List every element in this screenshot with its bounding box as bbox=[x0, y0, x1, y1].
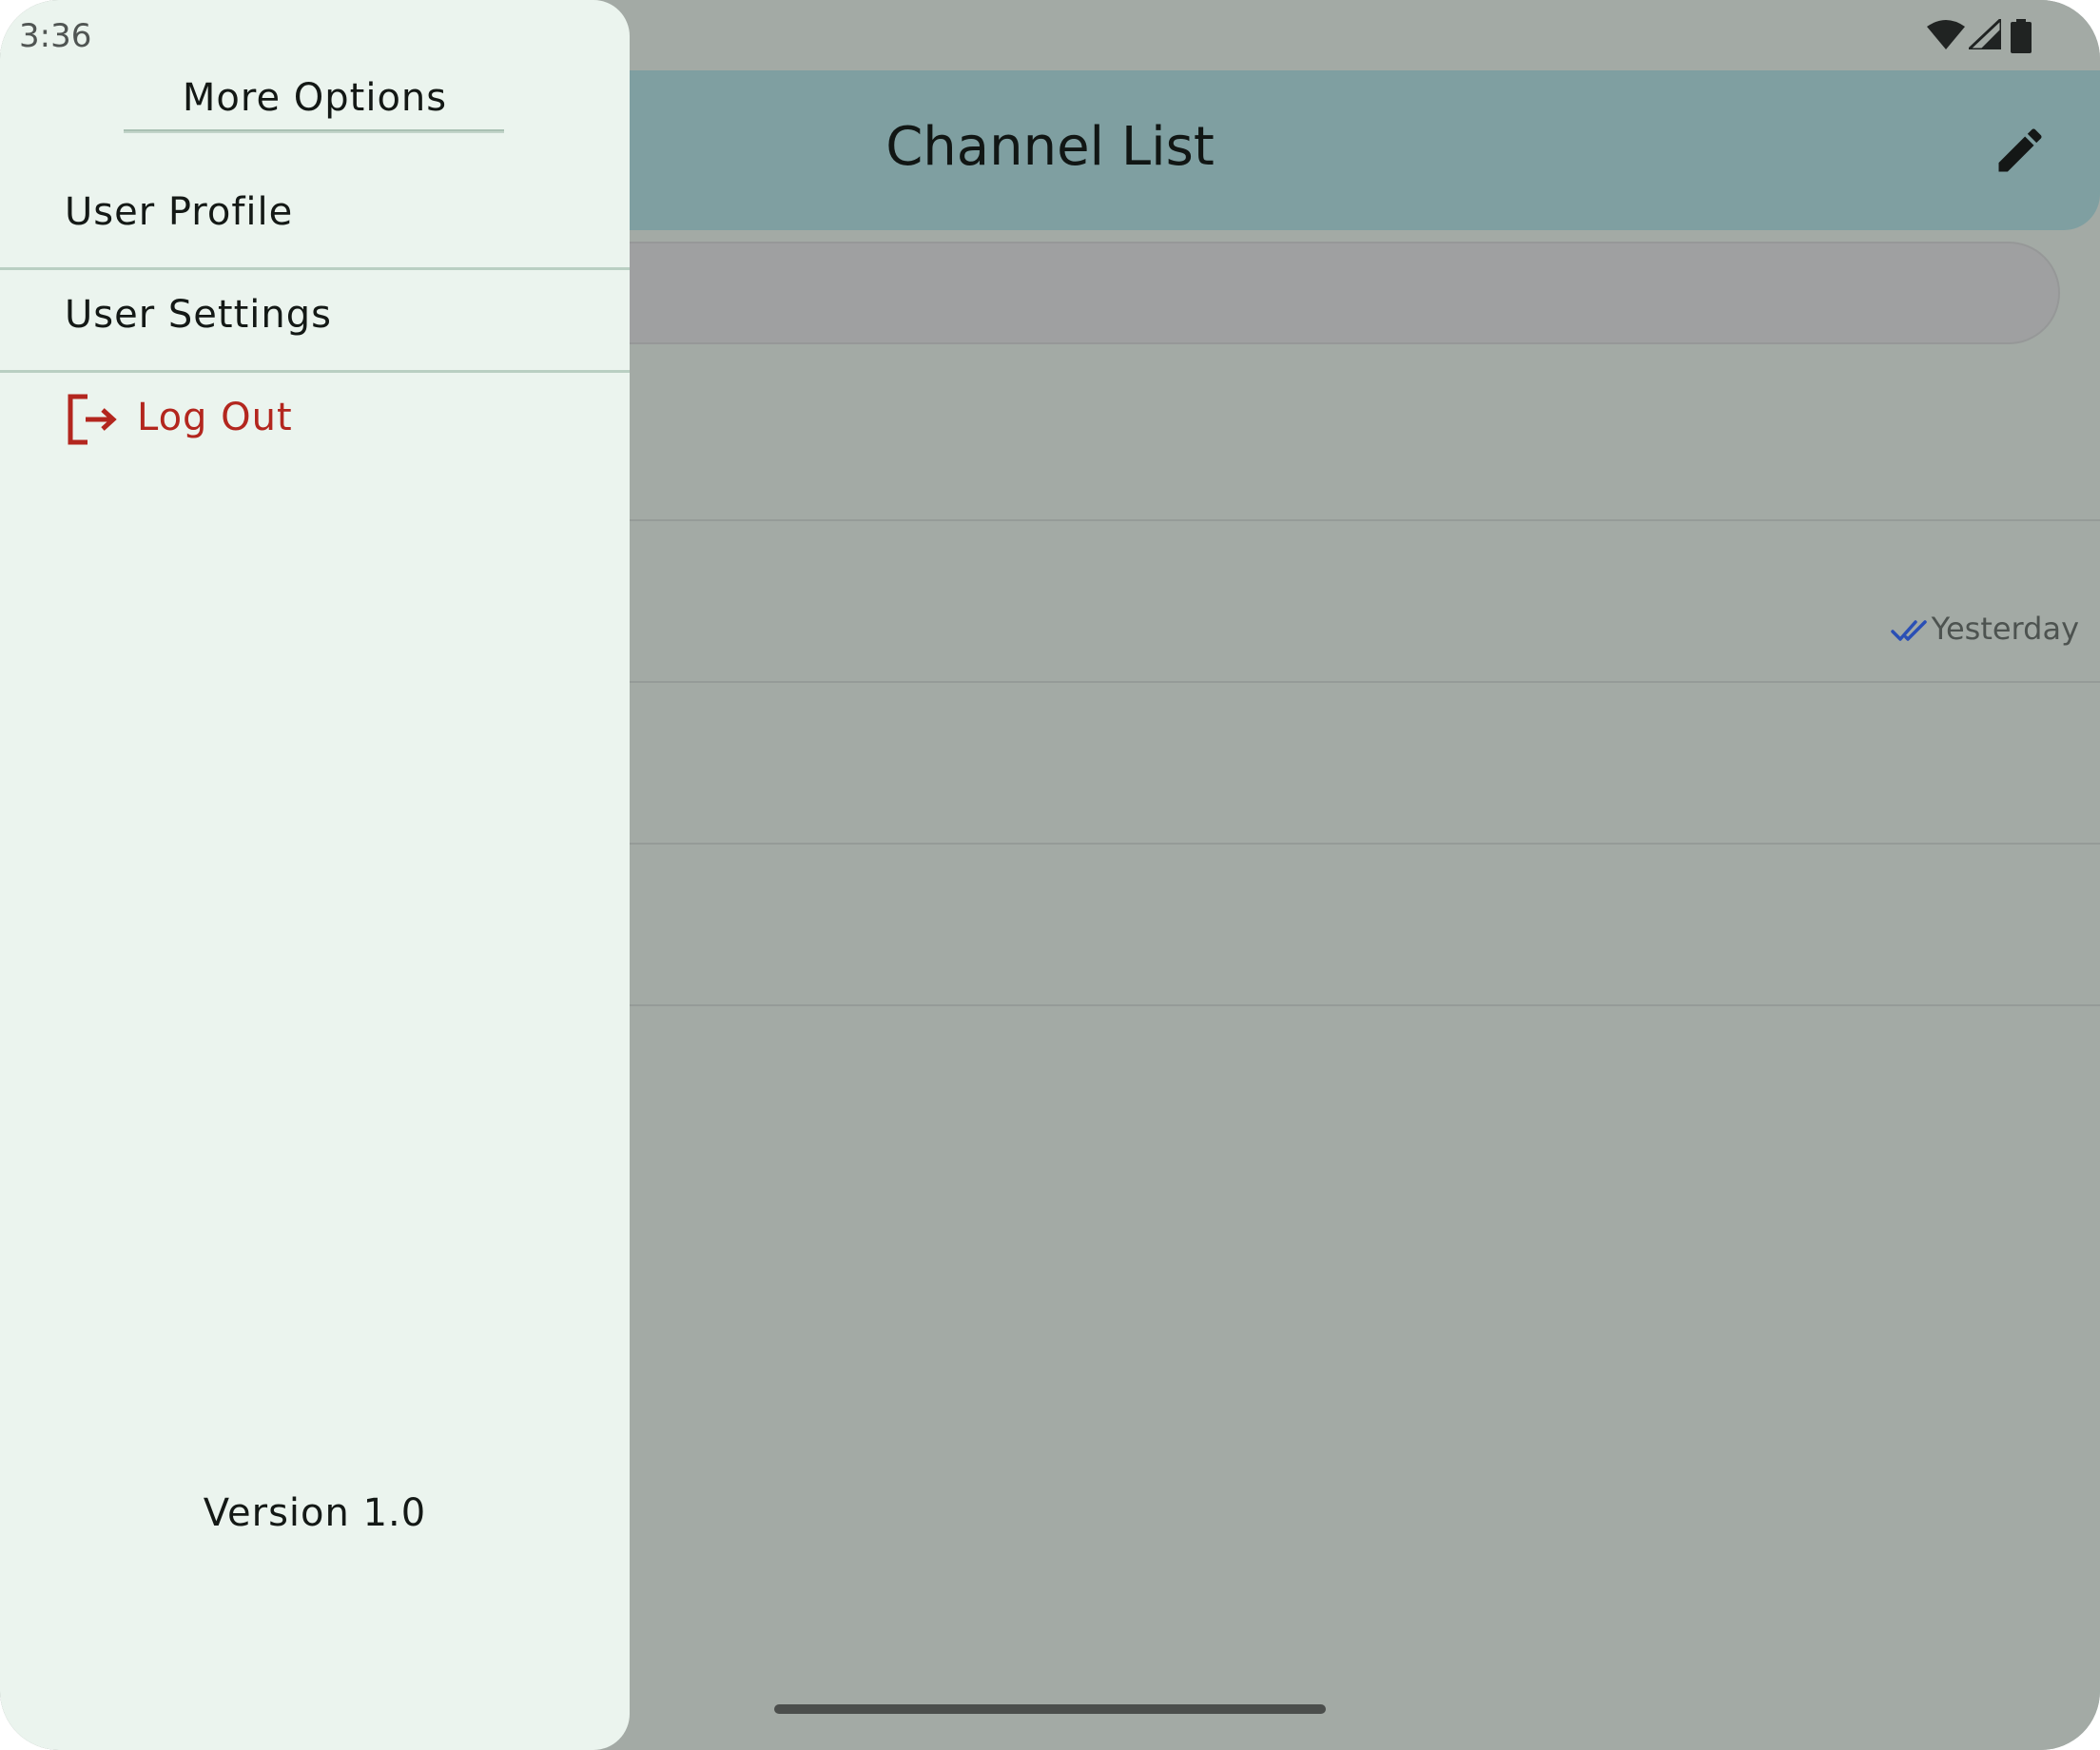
menu-item-user-profile[interactable]: User Profile bbox=[0, 167, 630, 268]
battery-icon bbox=[2011, 19, 2032, 53]
menu-item-label: User Profile bbox=[65, 190, 294, 234]
more-options-drawer: 3:36 More Options User Profile User Sett… bbox=[0, 0, 630, 1750]
menu-item-label: Log Out bbox=[137, 396, 293, 439]
wifi-icon bbox=[1927, 20, 1965, 49]
channel-timestamp: Yesterday bbox=[1931, 611, 2079, 647]
drawer-title: More Options bbox=[182, 76, 448, 120]
logout-icon bbox=[68, 394, 117, 445]
search-bar[interactable] bbox=[476, 242, 2060, 344]
status-bar-icons bbox=[1927, 13, 2041, 59]
drawer-title-underline bbox=[124, 129, 504, 133]
menu-item-user-settings[interactable]: User Settings bbox=[0, 270, 630, 371]
menu-item-log-out[interactable]: Log Out bbox=[0, 373, 630, 474]
gesture-home-bar[interactable] bbox=[774, 1704, 1326, 1714]
device-screen: Channel List Yesterday 3:36 More Options… bbox=[0, 0, 2100, 1750]
edit-pencil-icon[interactable] bbox=[1992, 122, 2049, 179]
menu-item-label: User Settings bbox=[65, 293, 332, 337]
app-version-text: Version 1.0 bbox=[203, 1491, 427, 1535]
double-check-icon bbox=[1891, 620, 1927, 641]
status-bar-time: 3:36 bbox=[19, 17, 92, 55]
cellular-signal-icon bbox=[1969, 19, 2001, 49]
